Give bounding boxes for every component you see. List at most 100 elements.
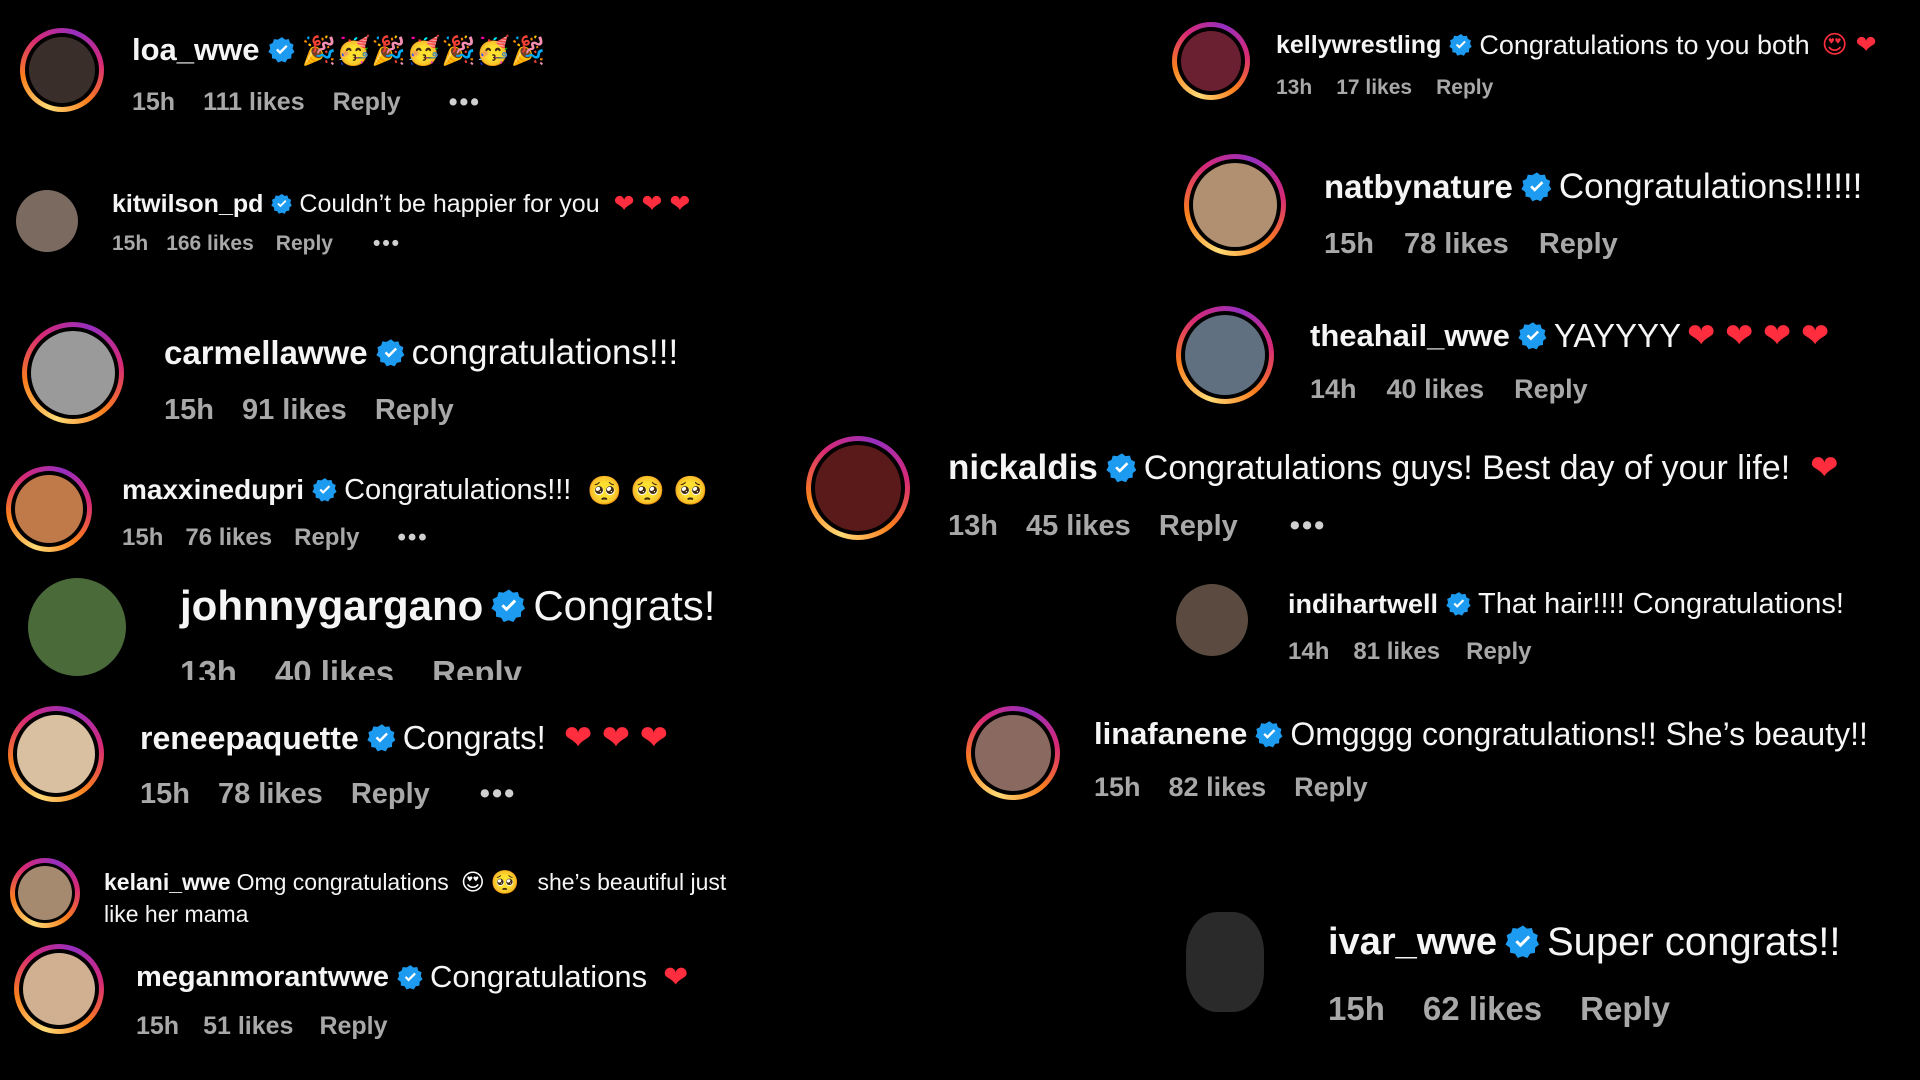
comment-likes[interactable]: 111 likes [203,88,305,117]
comment-username[interactable]: reneepaquette [140,720,359,757]
heart-emoji: ❤ ❤ ❤ ❤ [1687,317,1830,355]
comment-username[interactable]: kelani_wwe [104,866,231,898]
comment-likes[interactable]: 91 likes [242,394,347,427]
comment-likes[interactable]: 51 likes [203,1012,293,1041]
reply-button[interactable]: Reply [1294,772,1368,803]
comment-text: Congrats! [533,582,716,629]
pleading-face-emoji: 🥺🥺🥺 [587,474,716,506]
heart-emoji: ❤ ❤ ❤ [613,190,691,218]
reply-button[interactable]: Reply [1514,374,1588,405]
comment-likes[interactable]: 62 likes [1423,990,1542,1028]
comment-username[interactable]: kitwilson_pd [112,190,263,219]
avatar[interactable] [1176,306,1274,404]
avatar[interactable] [1176,584,1248,656]
comment-username[interactable]: meganmorantwwe [136,961,389,994]
comment-likes[interactable]: 40 likes [1387,374,1485,405]
comment-time: 15h [1328,990,1385,1027]
comment-likes[interactable]: 82 likes [1169,772,1267,803]
comment-username[interactable]: indihartwell [1288,589,1438,620]
comment-text: Congratulations [430,959,648,994]
more-options-icon[interactable]: ••• [373,232,401,256]
reply-button[interactable]: Reply [1436,76,1493,100]
comments-canvas: loa_wwe 🎉🥳🎉🥳🎉🥳🎉 15h 111 likes Reply ••• … [0,0,1920,1080]
comment-time: 14h [1288,638,1330,665]
avatar[interactable] [22,322,124,424]
reply-button[interactable]: Reply [351,778,430,811]
heart-emoji: ❤ [1810,449,1839,487]
reply-button[interactable]: Reply [1539,228,1618,261]
more-options-icon[interactable]: ••• [480,778,516,811]
reply-button[interactable]: Reply [333,88,401,117]
avatar[interactable] [1172,22,1250,100]
avatar[interactable] [16,190,78,252]
verified-badge-icon [1106,453,1137,483]
heart-emoji: ❤ ❤ ❤ [563,719,669,757]
verified-badge-icon [491,589,526,623]
comment-username[interactable]: kellywrestling [1276,31,1441,60]
avatar[interactable] [806,436,910,540]
comment-username[interactable]: carmellawwe [164,334,368,372]
avatar[interactable] [1184,154,1286,256]
verified-badge-icon [1505,925,1540,959]
comment-time: 15h [1094,772,1141,802]
reply-button[interactable]: Reply [1159,510,1238,543]
comment-username[interactable]: natbynature [1324,168,1513,206]
comment-time: 15h [122,524,164,551]
verified-badge-icon [367,724,396,752]
verified-badge-icon [1521,172,1552,202]
verified-badge-icon [1449,34,1473,56]
heart-emoji: ❤ [663,960,689,994]
comment-text-continued: she’s beautiful just [537,869,727,895]
comment-text: 🎉🥳🎉🥳🎉🥳🎉 [301,34,546,66]
reply-button[interactable]: Reply [319,1012,387,1041]
avatar[interactable] [8,706,104,802]
comment-text: YAYYYY [1553,317,1682,354]
comment-text: Congrats! [402,719,546,756]
comment-likes[interactable]: 40 likes [275,654,394,680]
avatar[interactable] [966,706,1060,800]
comment-likes[interactable]: 81 likes [1353,638,1440,666]
comment-likes[interactable]: 17 likes [1336,76,1412,100]
comment-time: 15h [164,394,214,426]
comment-username[interactable]: maxxinedupri [122,474,304,506]
comment-likes[interactable]: 78 likes [1404,228,1509,261]
avatar[interactable] [10,858,80,928]
avatar[interactable] [6,466,92,552]
reply-button[interactable]: Reply [375,394,454,427]
reply-button[interactable]: Reply [294,524,359,552]
verified-badge-icon [1518,322,1547,350]
comment-likes[interactable]: 45 likes [1026,510,1131,543]
comment-time: 13h [1276,76,1313,99]
more-options-icon[interactable]: ••• [1290,510,1326,543]
reply-button[interactable]: Reply [432,654,522,680]
reply-button[interactable]: Reply [276,232,333,256]
comment-likes[interactable]: 76 likes [185,524,272,552]
comment-time: 15h [112,232,149,255]
comment-username[interactable]: nickaldis [948,448,1098,488]
reply-button[interactable]: Reply [1466,638,1531,666]
verified-badge-icon [267,37,294,63]
comment-time: 15h [132,88,176,116]
comment-username[interactable]: loa_wwe [132,32,260,68]
comment-text: Couldn’t be happier for you [299,189,600,218]
comment-text: Congratulations guys! Best day of your l… [1143,448,1791,487]
comment-likes[interactable]: 166 likes [166,232,254,256]
avatar[interactable] [14,944,104,1034]
comment-username[interactable]: johnnygargano [180,582,483,630]
comment-likes[interactable]: 78 likes [218,778,323,811]
comment-time: 14h [1310,374,1357,404]
comment-text: Super congrats!! [1547,919,1841,964]
more-options-icon[interactable]: ••• [449,88,481,117]
verified-badge-icon [271,193,293,214]
comment-text: Congratulations!!! [344,473,572,506]
avatar[interactable] [20,28,104,112]
more-options-icon[interactable]: ••• [397,524,428,552]
reply-button[interactable]: Reply [1580,990,1670,1028]
avatar[interactable] [1186,912,1264,1012]
comment-time: 15h [1324,228,1374,260]
comment-username[interactable]: ivar_wwe [1328,921,1497,964]
comment-username[interactable]: linafanene [1094,716,1247,752]
comment-username[interactable]: theahail_wwe [1310,318,1510,354]
avatar[interactable] [28,578,126,676]
comment-time: 15h [136,1012,180,1040]
